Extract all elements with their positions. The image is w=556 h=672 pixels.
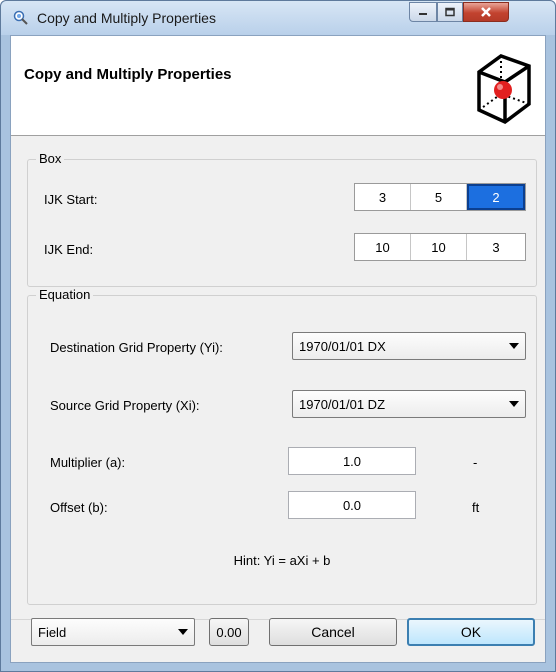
equation-group-label: Equation [36, 287, 94, 302]
title-bar[interactable]: Copy and Multiply Properties [1, 1, 555, 35]
source-property-select[interactable]: 1970/01/01 DZ [292, 390, 526, 418]
box-group-label: Box [36, 151, 65, 166]
header-title: Copy and Multiply Properties [24, 66, 232, 83]
destination-property-select[interactable]: 1970/01/01 DX [292, 332, 526, 360]
field-select-value: Field [38, 624, 67, 640]
dialog-body: Copy and Multiply Properties Box IJK Sta… [10, 35, 546, 663]
ijk-end-fields: 10 10 3 [354, 233, 526, 261]
maximize-icon [445, 7, 455, 17]
ijk-start-i-field[interactable]: 3 [355, 184, 411, 210]
ijk-end-j-field[interactable]: 10 [411, 234, 467, 260]
minimize-button[interactable] [409, 2, 437, 22]
maximize-button[interactable] [437, 2, 463, 22]
ijk-end-label: IJK End: [44, 242, 94, 257]
cancel-button[interactable]: Cancel [269, 618, 397, 646]
close-icon [481, 7, 491, 17]
offset-label: Offset (b): [50, 500, 108, 515]
dialog-header: Copy and Multiply Properties [11, 36, 545, 136]
ok-button[interactable]: OK [407, 618, 535, 646]
box-group: Box IJK Start: 3 5 2 IJK End: 10 10 3 [27, 151, 537, 287]
offset-input[interactable]: 0.0 [288, 491, 416, 519]
field-select[interactable]: Field [31, 618, 195, 646]
source-label: Source Grid Property (Xi): [50, 398, 200, 413]
ijk-start-label: IJK Start: [44, 192, 98, 207]
ijk-end-k-field[interactable]: 3 [467, 234, 525, 260]
precision-button[interactable]: 0.00 [209, 618, 249, 646]
destination-property-value: 1970/01/01 DX [299, 338, 386, 354]
chevron-down-icon [509, 401, 519, 407]
equation-hint: Hint: Yi = aXi + b [233, 553, 331, 568]
ijk-start-j-field[interactable]: 5 [411, 184, 467, 210]
chevron-down-icon [178, 629, 188, 635]
chevron-down-icon [509, 343, 519, 349]
ijk-start-fields: 3 5 2 [354, 183, 526, 211]
offset-unit: ft [472, 500, 480, 515]
grid-cube-icon [477, 54, 531, 125]
multiplier-label: Multiplier (a): [50, 455, 126, 470]
destination-label: Destination Grid Property (Yi): [50, 340, 223, 355]
ijk-start-k-field[interactable]: 2 [467, 184, 525, 210]
source-property-value: 1970/01/01 DZ [299, 396, 386, 412]
app-icon [13, 10, 28, 25]
close-button[interactable] [463, 2, 509, 22]
multiplier-input[interactable]: 1.0 [288, 447, 416, 475]
minimize-icon [419, 13, 427, 15]
equation-group: Equation Destination Grid Property (Yi):… [27, 287, 537, 605]
window-title: Copy and Multiply Properties [37, 10, 216, 26]
dialog-window: Copy and Multiply Properties Copy and Mu… [0, 0, 556, 672]
multiplier-unit: - [473, 455, 478, 470]
ijk-end-i-field[interactable]: 10 [355, 234, 411, 260]
